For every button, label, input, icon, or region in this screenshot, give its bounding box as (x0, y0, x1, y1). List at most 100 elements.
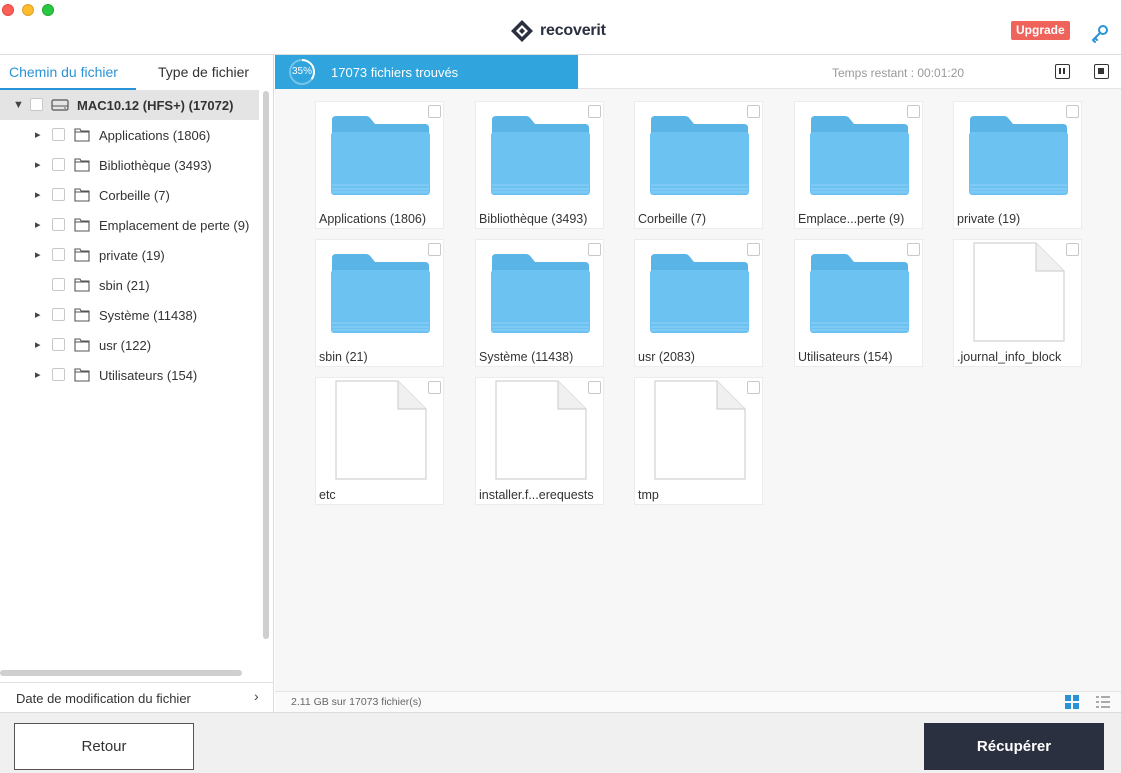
date-modified-filter[interactable]: Date de modification du fichier › (0, 682, 274, 712)
file-name: Emplace...perte (9) (798, 212, 905, 226)
tree-item-label: sbin (21) (99, 278, 150, 293)
tree-item[interactable]: ▸ Emplacement de perte (9) (0, 210, 259, 240)
tree-item-label: Emplacement de perte (9) (99, 218, 250, 233)
tab-file-type[interactable]: Type de fichier (158, 64, 249, 80)
folder-tile[interactable]: private (19) (953, 101, 1082, 229)
checkbox[interactable] (428, 381, 441, 394)
filter-label: Date de modification du fichier (16, 691, 191, 706)
recoverit-logo-icon (511, 20, 533, 42)
main-panel: 35% 17073 fichiers trouvés Temps restant… (275, 55, 1121, 712)
checkbox[interactable] (52, 188, 65, 201)
file-name: usr (2083) (638, 350, 695, 364)
checkbox[interactable] (907, 105, 920, 118)
checkbox[interactable] (747, 381, 760, 394)
checkbox[interactable] (52, 278, 65, 291)
tree-item[interactable]: ▸ Applications (1806) (0, 120, 259, 150)
tree-item[interactable]: ▸ Corbeille (7) (0, 180, 259, 210)
checkbox[interactable] (52, 218, 65, 231)
file-name: Bibliothèque (3493) (479, 212, 588, 226)
chevron-down-icon[interactable]: ▼ (13, 90, 24, 120)
files-found-count: 17073 fichiers trouvés (331, 65, 459, 80)
checkbox[interactable] (747, 105, 760, 118)
checkbox[interactable] (52, 158, 65, 171)
chevron-right-icon[interactable]: ▸ (35, 300, 41, 330)
chevron-right-icon[interactable]: ▸ (35, 330, 41, 360)
action-bar: Retour Récupérer (0, 712, 1121, 773)
checkbox[interactable] (907, 243, 920, 256)
time-remaining: Temps restant : 00:01:20 (832, 66, 965, 80)
folder-icon (331, 116, 430, 195)
folder-tile[interactable]: Utilisateurs (154) (794, 239, 923, 367)
file-name: Applications (1806) (319, 212, 427, 226)
folder-tile[interactable]: Système (11438) (475, 239, 604, 367)
pause-button[interactable] (1055, 64, 1070, 79)
checkbox[interactable] (52, 128, 65, 141)
checkbox[interactable] (588, 381, 601, 394)
checkbox[interactable] (747, 243, 760, 256)
chevron-right-icon[interactable]: ▸ (35, 180, 41, 210)
checkbox[interactable] (52, 248, 65, 261)
upgrade-button[interactable]: Upgrade (1011, 21, 1070, 40)
tree-root-drive[interactable]: ▼ MAC10.12 (HFS+) (17072) (0, 90, 259, 120)
tree-item-label: Bibliothèque (3493) (99, 158, 212, 173)
file-tile[interactable]: etc (315, 377, 444, 505)
checkbox[interactable] (52, 308, 65, 321)
folder-outline-icon (74, 308, 90, 322)
checkbox[interactable] (428, 243, 441, 256)
tree-item[interactable]: ▸ Système (11438) (0, 300, 259, 330)
folder-tile[interactable]: sbin (21) (315, 239, 444, 367)
minimize-window-button[interactable] (22, 4, 34, 16)
tree-item[interactable]: ▸ usr (122) (0, 330, 259, 360)
folder-tile[interactable]: Applications (1806) (315, 101, 444, 229)
chevron-right-icon[interactable]: ▸ (35, 150, 41, 180)
grid-view-icon[interactable] (1065, 695, 1079, 709)
folder-icon (491, 254, 590, 333)
app-name: recoverit (540, 22, 606, 39)
list-view-icon[interactable] (1096, 695, 1110, 709)
folder-icon (491, 116, 590, 195)
checkbox[interactable] (52, 338, 65, 351)
back-button[interactable]: Retour (14, 723, 194, 770)
progress-percent: 35% (291, 66, 312, 77)
tree-item[interactable]: ▸ Bibliothèque (3493) (0, 150, 259, 180)
folder-tile[interactable]: Bibliothèque (3493) (475, 101, 604, 229)
sidebar-horizontal-scrollbar[interactable] (0, 670, 242, 676)
file-tile[interactable]: .journal_info_block (953, 239, 1082, 367)
file-name: .journal_info_block (957, 350, 1062, 364)
file-tile[interactable]: tmp (634, 377, 763, 505)
sidebar-vertical-scrollbar[interactable] (263, 91, 269, 639)
tree-item[interactable]: ▸ Utilisateurs (154) (0, 360, 259, 390)
checkbox[interactable] (588, 243, 601, 256)
chevron-right-icon[interactable]: ▸ (35, 210, 41, 240)
key-icon[interactable] (1090, 23, 1110, 43)
checkbox[interactable] (588, 105, 601, 118)
folder-tile[interactable]: Corbeille (7) (634, 101, 763, 229)
tree-item[interactable]: sbin (21) (0, 270, 259, 300)
document-icon (495, 380, 587, 480)
checkbox[interactable] (428, 105, 441, 118)
sidebar-tabs: Chemin du fichier Type de fichier (0, 55, 274, 90)
recover-button[interactable]: Récupérer (924, 723, 1104, 770)
status-summary: 2.11 GB sur 17073 fichier(s) (291, 696, 422, 708)
chevron-right-icon[interactable]: ▸ (35, 240, 41, 270)
zoom-window-button[interactable] (42, 4, 54, 16)
checkbox[interactable] (30, 98, 43, 111)
close-window-button[interactable] (2, 4, 14, 16)
document-icon (335, 380, 427, 480)
checkbox[interactable] (1066, 243, 1079, 256)
app-logo: recoverit (510, 19, 606, 43)
tab-file-path[interactable]: Chemin du fichier (9, 64, 118, 80)
document-icon (973, 242, 1065, 342)
folder-outline-icon (74, 218, 90, 232)
folder-tile[interactable]: usr (2083) (634, 239, 763, 367)
file-tile[interactable]: installer.f...erequests (475, 377, 604, 505)
chevron-right-icon[interactable]: ▸ (35, 360, 41, 390)
folder-icon (969, 116, 1068, 195)
chevron-right-icon[interactable]: ▸ (35, 120, 41, 150)
stop-button[interactable] (1094, 64, 1109, 79)
checkbox[interactable] (52, 368, 65, 381)
scan-progress-bar: 35% 17073 fichiers trouvés (275, 55, 578, 89)
folder-tile[interactable]: Emplace...perte (9) (794, 101, 923, 229)
tree-item[interactable]: ▸ private (19) (0, 240, 259, 270)
checkbox[interactable] (1066, 105, 1079, 118)
